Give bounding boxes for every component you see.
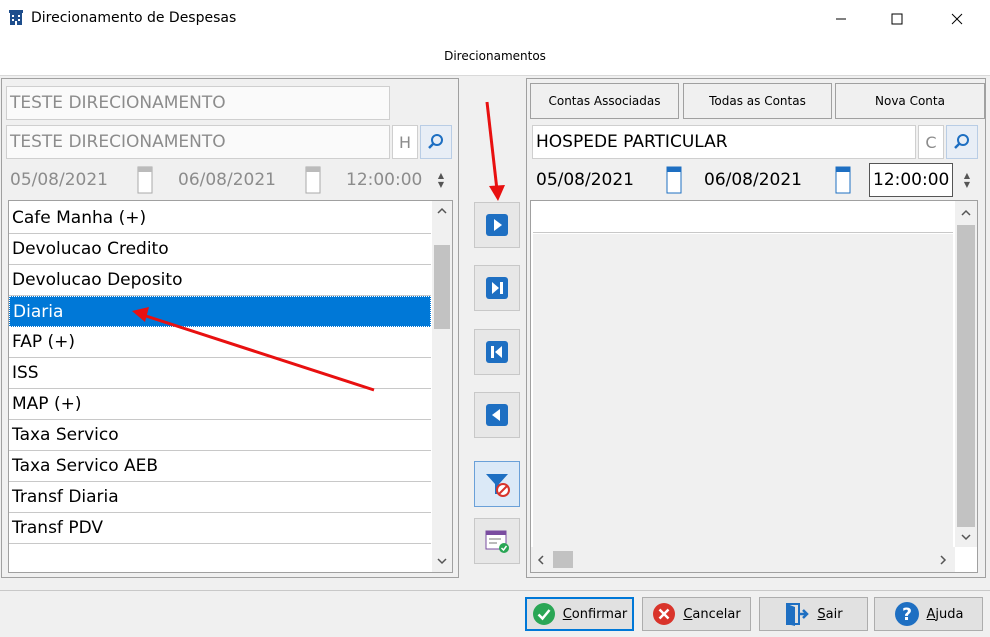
move-all-left-button[interactable] — [474, 329, 520, 375]
tab-all-accounts[interactable]: Todas as Contas — [683, 83, 832, 119]
scroll-left-icon[interactable] — [537, 555, 545, 565]
cancel-label: Cancelar — [683, 606, 741, 622]
confirm-label: Confirmar — [562, 606, 628, 622]
calendar-icon — [137, 166, 153, 194]
clear-filter-button[interactable] — [474, 461, 520, 507]
app-building-icon — [9, 10, 23, 25]
spin-down-icon: ▼ — [437, 180, 445, 189]
name-field-1[interactable]: TESTE DIRECIONAMENTO — [6, 86, 390, 120]
list-item-selected[interactable]: Diaria — [9, 296, 431, 327]
section-title: Direcionamentos — [444, 49, 546, 63]
calendar-button-from-left[interactable] — [136, 165, 154, 195]
calendar-icon — [666, 166, 682, 194]
play-left-icon — [486, 404, 508, 426]
footer-divider — [0, 590, 990, 591]
list-item[interactable]: Devolucao Credito — [9, 234, 431, 265]
exit-button[interactable]: Sair — [759, 597, 868, 631]
maximize-icon — [891, 13, 903, 25]
scroll-thumb[interactable] — [957, 225, 975, 527]
spin-down-icon: ▼ — [963, 180, 971, 189]
list-item[interactable]: Transf Diaria — [9, 482, 431, 513]
list-item[interactable]: Devolucao Deposito — [9, 265, 431, 296]
maximize-button[interactable] — [874, 0, 920, 38]
date-to-right[interactable]: 06/08/2021 — [700, 163, 828, 197]
accounts-grid[interactable] — [530, 200, 978, 573]
list-item[interactable]: Transf PDV — [9, 513, 431, 544]
grid-body — [533, 234, 953, 547]
minimize-button[interactable] — [818, 0, 864, 38]
list-item[interactable]: Cafe Manha (+) — [9, 203, 431, 234]
type-field-right[interactable]: C — [918, 125, 944, 159]
play-right-icon — [486, 214, 508, 236]
grid-vscrollbar[interactable] — [955, 201, 977, 547]
scroll-up-icon[interactable] — [961, 209, 971, 217]
tab-new-account[interactable]: Nova Conta — [835, 83, 985, 119]
help-button[interactable]: ? Ajuda — [874, 597, 983, 631]
scroll-thumb[interactable] — [434, 245, 450, 329]
confirm-button[interactable]: Confirmar — [525, 597, 634, 631]
help-question-icon: ? — [894, 602, 919, 626]
window-title: Direcionamento de Despesas — [31, 10, 237, 26]
move-selected-right-button[interactable] — [474, 202, 520, 248]
calendar-button-from-right[interactable] — [665, 165, 683, 195]
grid-row-divider — [533, 232, 953, 233]
scroll-up-icon[interactable] — [437, 207, 447, 215]
search-icon — [428, 134, 443, 149]
calendar-icon — [835, 166, 851, 194]
search-icon — [954, 134, 969, 149]
x-circle-icon — [653, 603, 676, 625]
calendar-button-to-right[interactable] — [834, 165, 852, 195]
list-item[interactable]: ISS — [9, 358, 431, 389]
annotation-arrow-down — [485, 101, 499, 191]
skip-to-end-icon — [486, 277, 508, 299]
move-all-right-button[interactable] — [474, 265, 520, 311]
time-spinner-left[interactable]: ▲ ▼ — [432, 165, 450, 195]
grid-hscrollbar[interactable] — [531, 547, 955, 572]
move-selected-left-button[interactable] — [474, 392, 520, 438]
exit-door-icon — [786, 603, 810, 626]
type-field-left[interactable]: H — [392, 125, 418, 159]
search-button-left[interactable] — [420, 125, 452, 159]
minimize-icon — [836, 18, 846, 20]
check-circle-icon — [532, 603, 555, 625]
name-field-2[interactable]: TESTE DIRECIONAMENTO — [6, 125, 390, 159]
spin-up-icon: ▲ — [963, 171, 971, 180]
account-field[interactable]: HOSPEDE PARTICULAR — [532, 125, 916, 159]
calendar-icon — [305, 166, 321, 194]
close-icon — [951, 13, 963, 25]
cancel-button[interactable]: Cancelar — [642, 597, 751, 631]
list-item[interactable]: Taxa Servico AEB — [9, 451, 431, 482]
scroll-down-icon[interactable] — [437, 557, 447, 565]
list-item[interactable]: FAP (+) — [9, 327, 431, 358]
time-spinner-right[interactable]: ▲ ▼ — [958, 165, 976, 195]
exit-label: Sair — [817, 606, 843, 622]
list-item[interactable]: MAP (+) — [9, 389, 431, 420]
date-from-right[interactable]: 05/08/2021 — [532, 163, 660, 197]
date-from-left[interactable]: 05/08/2021 — [6, 163, 134, 197]
report-button[interactable] — [474, 518, 520, 564]
expense-list[interactable]: Cafe Manha (+) Devolucao Credito Devoluc… — [8, 200, 453, 573]
list-scrollbar[interactable] — [432, 201, 452, 572]
search-button-right[interactable] — [946, 125, 978, 159]
close-button[interactable] — [934, 0, 980, 38]
skip-to-start-icon — [486, 341, 508, 363]
arrowhead-icon — [489, 185, 505, 201]
svg-text:?: ? — [902, 605, 912, 625]
date-to-left[interactable]: 06/08/2021 — [174, 163, 302, 197]
checklist-icon — [485, 530, 509, 553]
tab-associated-accounts[interactable]: Contas Associadas — [530, 83, 679, 119]
calendar-button-to-left[interactable] — [304, 165, 322, 195]
scroll-down-icon[interactable] — [961, 533, 971, 541]
list-item[interactable]: Taxa Servico — [9, 420, 431, 451]
time-field-right[interactable]: 12:00:00 — [869, 163, 953, 197]
time-field-left[interactable]: 12:00:00 — [342, 163, 426, 197]
spin-up-icon: ▲ — [437, 171, 445, 180]
help-label: Ajuda — [926, 606, 964, 622]
scroll-right-icon[interactable] — [939, 555, 947, 565]
hscroll-thumb[interactable] — [553, 551, 573, 568]
filter-clear-icon — [486, 474, 510, 497]
